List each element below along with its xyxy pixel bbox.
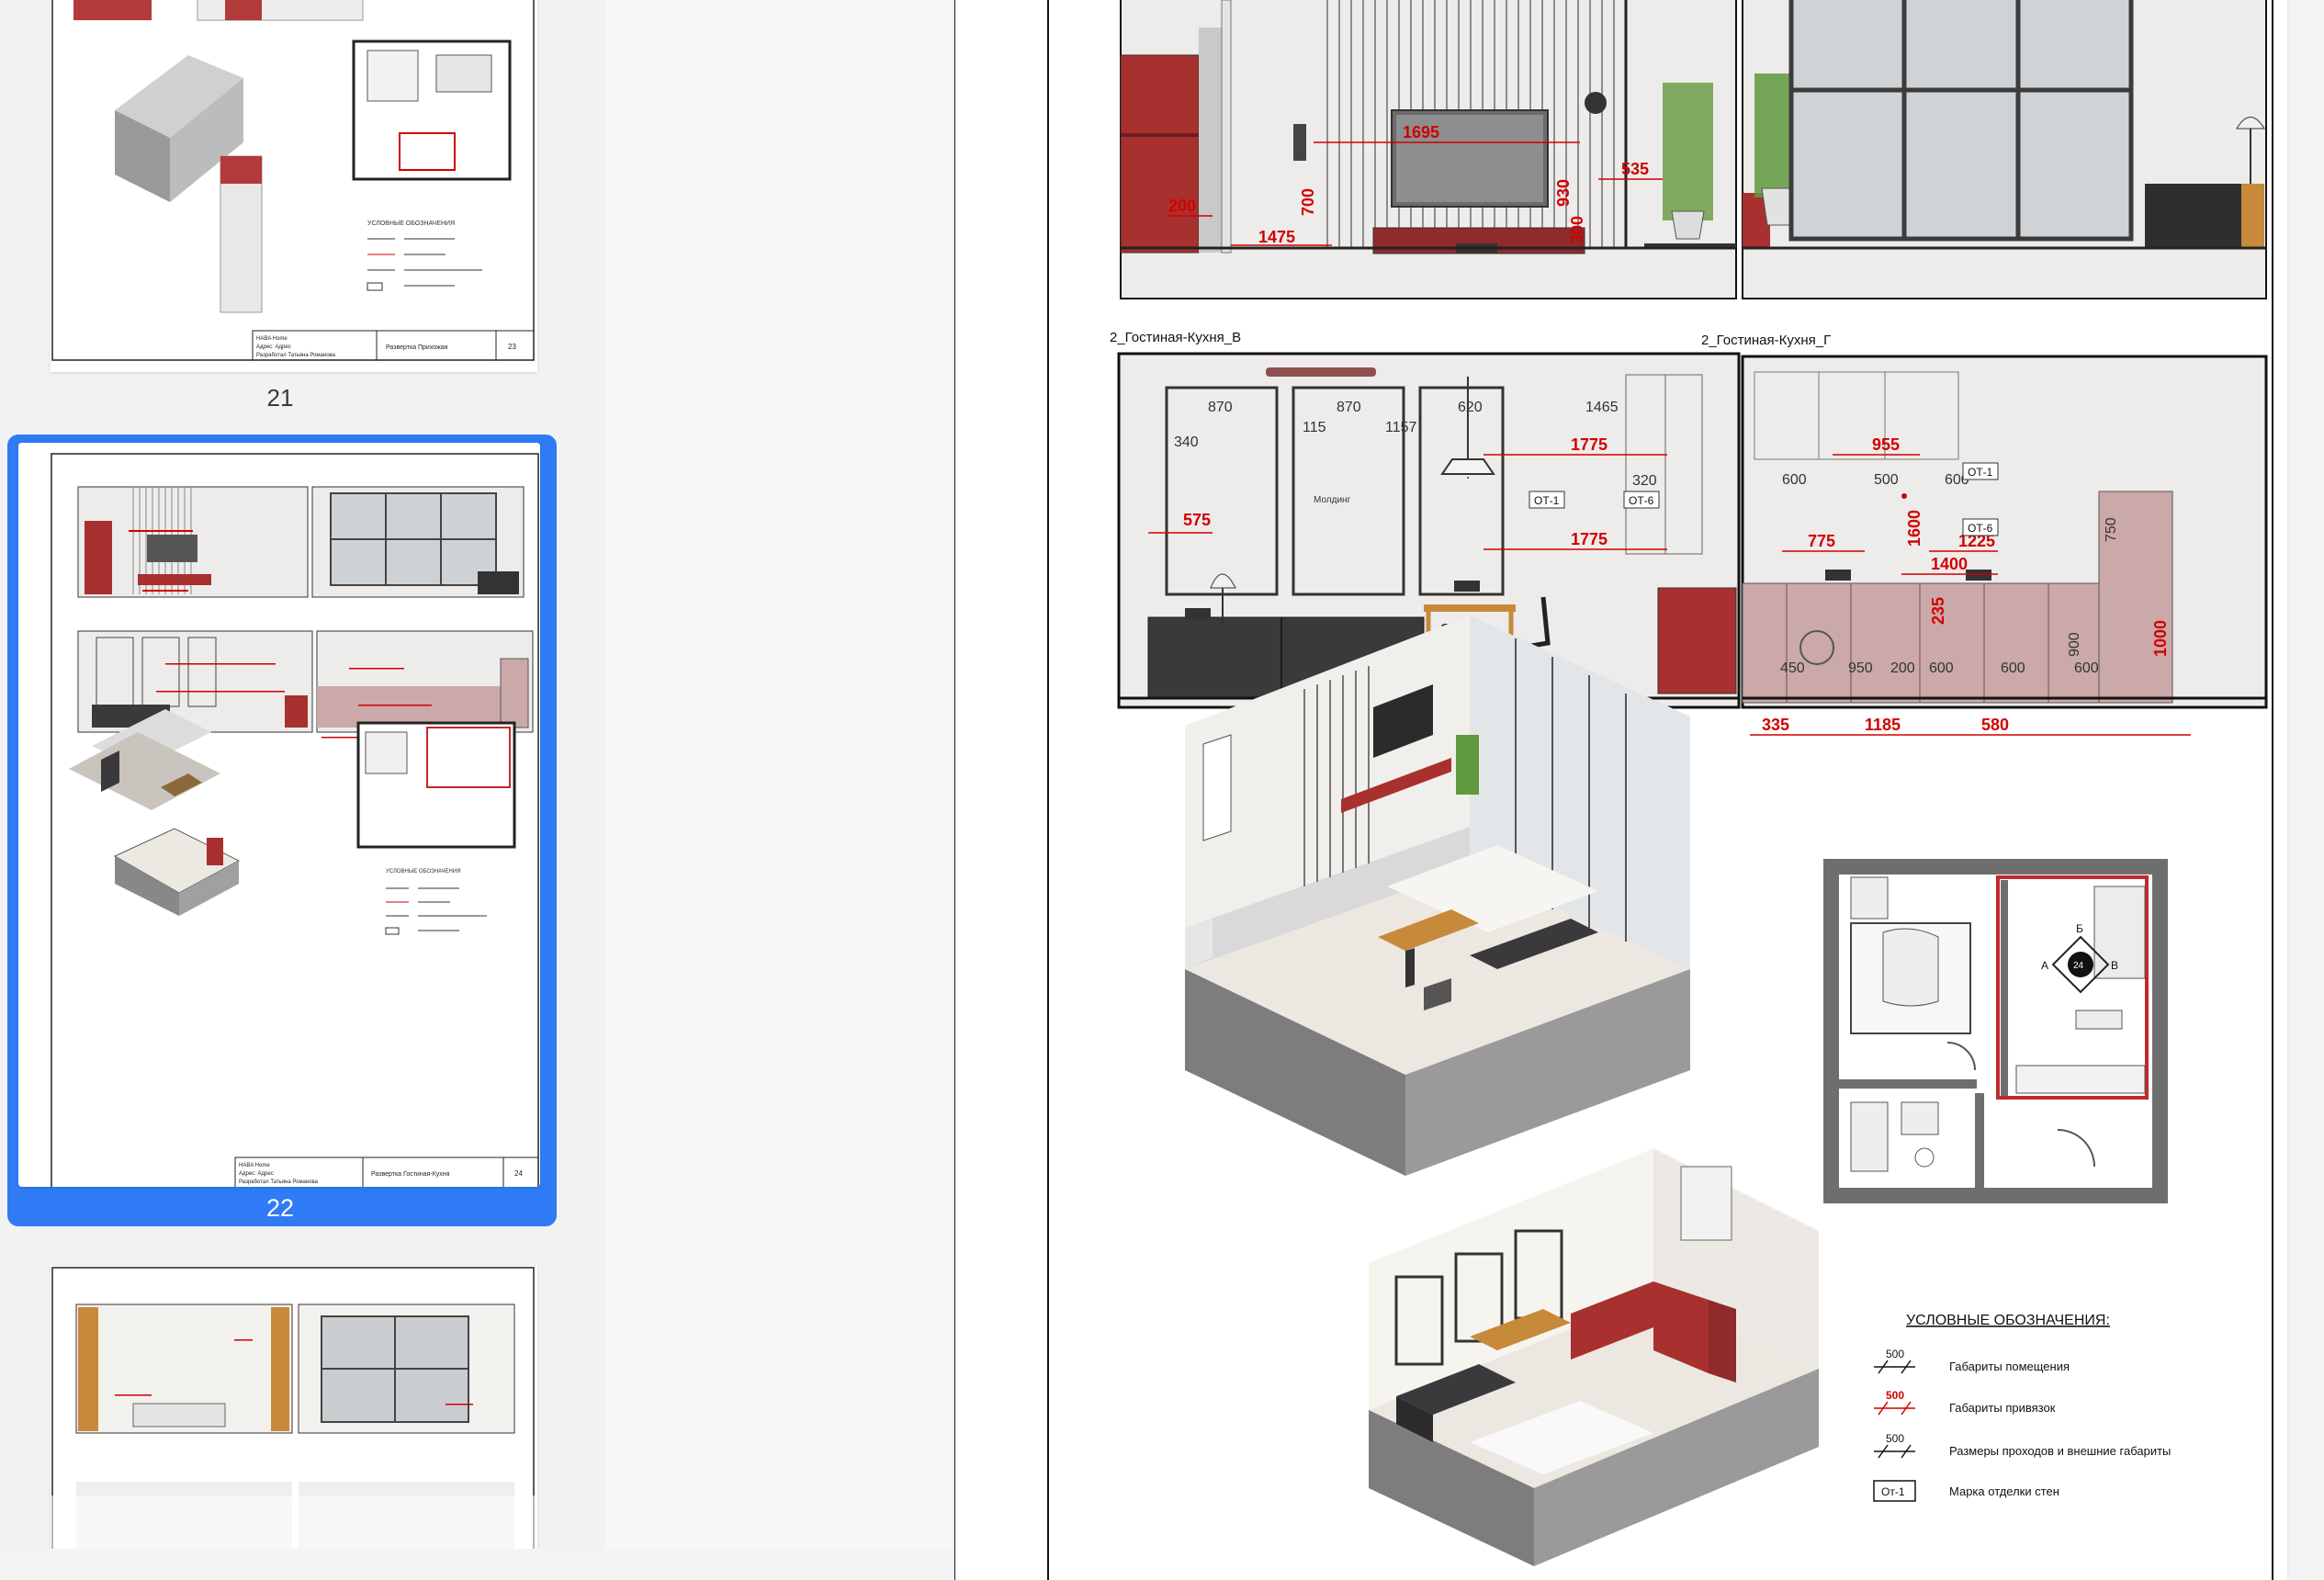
page-number-22[interactable]: 22 xyxy=(5,1194,556,1223)
dim-top-6: 535 xyxy=(1621,160,1649,178)
thumb21-sheet-title: Развертка Прихожая xyxy=(386,344,448,351)
page-thumbnail-22[interactable]: УСЛОВНЫЕ ОБОЗНАЧЕНИЯ HABA Home Адрес: Ад… xyxy=(18,443,540,1187)
dim-b-6: 115 xyxy=(1303,420,1326,435)
dim-top-1: 1695 xyxy=(1403,123,1439,141)
view-b-title: 2_Гостиная-Кухня_В xyxy=(1110,330,1241,345)
label-b-ot1: ОТ-1 xyxy=(1534,494,1560,507)
plan-marker-number: 24 xyxy=(2073,961,2084,971)
dim-g-3: 500 xyxy=(1874,472,1899,488)
dim-g-11: 950 xyxy=(1848,660,1873,676)
thumb21-sheet-number: 23 xyxy=(508,343,516,351)
thumbnail-sidebar[interactable]: УСЛОВНЫЕ ОБОЗНАЧЕНИЯ HABA Home Адрес: Ад… xyxy=(0,0,607,1549)
dim-g-20: 1185 xyxy=(1865,716,1901,734)
thumb22-stamp-designer: Разработал Татьяна Романова xyxy=(239,1179,319,1185)
dim-b-3: 620 xyxy=(1458,400,1483,415)
thumbnail-21-drawing: УСЛОВНЫЕ ОБОЗНАЧЕНИЯ HABA Home Адрес: Ад… xyxy=(51,0,537,372)
view-g-title: 2_Гостиная-Кухня_Г xyxy=(1701,333,1831,348)
isometric-view-1 xyxy=(1185,615,1690,1176)
dim-g-12: 200 xyxy=(1890,660,1915,676)
elevation-a xyxy=(1120,0,1737,299)
thumb21-stamp-company: HABA Home xyxy=(256,336,288,342)
page-thumbnail-23[interactable] xyxy=(51,1266,537,1549)
dim-top-2: 200 xyxy=(1168,197,1196,215)
thumb21-stamp-address: Адрес: Адрес xyxy=(256,344,291,350)
dim-b-7: 1157 xyxy=(1385,420,1417,435)
label-g-ot1: ОТ-1 xyxy=(1968,466,1993,479)
dim-g-16: 750 xyxy=(2104,517,2119,542)
plan-marker-b: Б xyxy=(2076,922,2083,935)
thumb21-stamp-designer: Разработал Татьяна Романова xyxy=(256,353,336,358)
dim-top-3: 700 xyxy=(1299,188,1317,216)
thumb22-stamp-company: HABA Home xyxy=(239,1163,270,1168)
dim-b-10: 575 xyxy=(1183,511,1211,529)
thumb22-sheet-title: Развертка Гостиная-Кухня xyxy=(371,1171,450,1178)
floor-plan: 24 Б А В xyxy=(1823,859,2168,1203)
dim-top-5: 930 xyxy=(1554,179,1573,207)
drawing-sheet: 1695 200 700 1475 930 535 300 2_Гостиная… xyxy=(1110,0,2268,1566)
elevation-b-window xyxy=(1742,0,2267,299)
dim-g-8: 1400 xyxy=(1931,555,1968,573)
label-b-ot6: ОТ-6 xyxy=(1629,494,1654,507)
label-g-ot6: ОТ-6 xyxy=(1968,522,1993,535)
legend-label-4: Марка отделки стен xyxy=(1949,1484,2059,1498)
viewer-gutter xyxy=(606,0,955,1549)
legend-label-1: Габариты помещения xyxy=(1949,1360,2070,1373)
thumb22-stamp-address: Адрес: Адрес xyxy=(239,1171,274,1177)
dim-g-2: 600 xyxy=(1782,472,1807,488)
dim-g-1: 955 xyxy=(1872,435,1900,454)
dim-b-11: 1775 xyxy=(1571,530,1608,548)
thumbnail-23-drawing xyxy=(51,1266,537,1549)
legend-label-3: Размеры проходов и внешние габариты xyxy=(1949,1444,2171,1458)
dim-g-6: 1600 xyxy=(1905,510,1924,547)
dim-top-7: 300 xyxy=(1568,216,1586,243)
legend-value-2: 500 xyxy=(1886,1389,1904,1402)
dim-g-21: 580 xyxy=(1981,716,2009,734)
legend-value-3: 500 xyxy=(1886,1432,1904,1445)
dim-g-5: 775 xyxy=(1808,532,1835,550)
dim-b-2: 870 xyxy=(1337,400,1361,415)
plan-marker-a: А xyxy=(2041,959,2048,972)
dim-top-4: 1475 xyxy=(1258,228,1295,246)
legend-title: УСЛОВНЫЕ ОБОЗНАЧЕНИЯ: xyxy=(1906,1313,2110,1328)
dim-b-8: 1775 xyxy=(1571,435,1608,454)
legend-label-2: Габариты привязок xyxy=(1949,1401,2056,1415)
dim-b-1: 870 xyxy=(1208,400,1233,415)
dim-g-15: 600 xyxy=(2074,660,2099,676)
legend-value-1: 500 xyxy=(1886,1348,1904,1360)
label-moulding: Молдинг xyxy=(1314,495,1351,505)
dim-g-17: 900 xyxy=(2067,632,2082,657)
thumb21-legend-title: УСЛОВНЫЕ ОБОЗНАЧЕНИЯ xyxy=(367,220,455,227)
dim-b-4: 1465 xyxy=(1585,400,1619,415)
plan-marker-v: В xyxy=(2111,959,2118,972)
page-thumbnail-21[interactable]: УСЛОВНЫЕ ОБОЗНАЧЕНИЯ HABA Home Адрес: Ад… xyxy=(51,0,537,372)
dim-g-19: 335 xyxy=(1762,716,1789,734)
dim-g-10: 450 xyxy=(1780,660,1805,676)
isometric-view-2 xyxy=(1369,1148,1819,1566)
legend-value-4: От-1 xyxy=(1881,1485,1905,1498)
thumb22-sheet-number: 24 xyxy=(514,1169,523,1178)
dim-g-13: 600 xyxy=(1929,660,1954,676)
drawing-legend: УСЛОВНЫЕ ОБОЗНАЧЕНИЯ: 500 Габариты помещ… xyxy=(1873,1313,2171,1502)
page-number-21[interactable]: 21 xyxy=(5,384,556,412)
dim-b-5: 340 xyxy=(1174,434,1199,450)
thumbnail-22-drawing: УСЛОВНЫЕ ОБОЗНАЧЕНИЯ HABA Home Адрес: Ад… xyxy=(18,443,540,1187)
dim-g-18: 1000 xyxy=(2151,620,2170,657)
dim-g-14: 600 xyxy=(2001,660,2025,676)
document-page[interactable]: 1695 200 700 1475 930 535 300 2_Гостиная… xyxy=(955,0,2287,1580)
dim-g-9: 235 xyxy=(1929,597,1947,625)
thumb22-legend-title: УСЛОВНЫЕ ОБОЗНАЧЕНИЯ xyxy=(386,869,461,875)
dim-b-9: 320 xyxy=(1632,473,1657,489)
